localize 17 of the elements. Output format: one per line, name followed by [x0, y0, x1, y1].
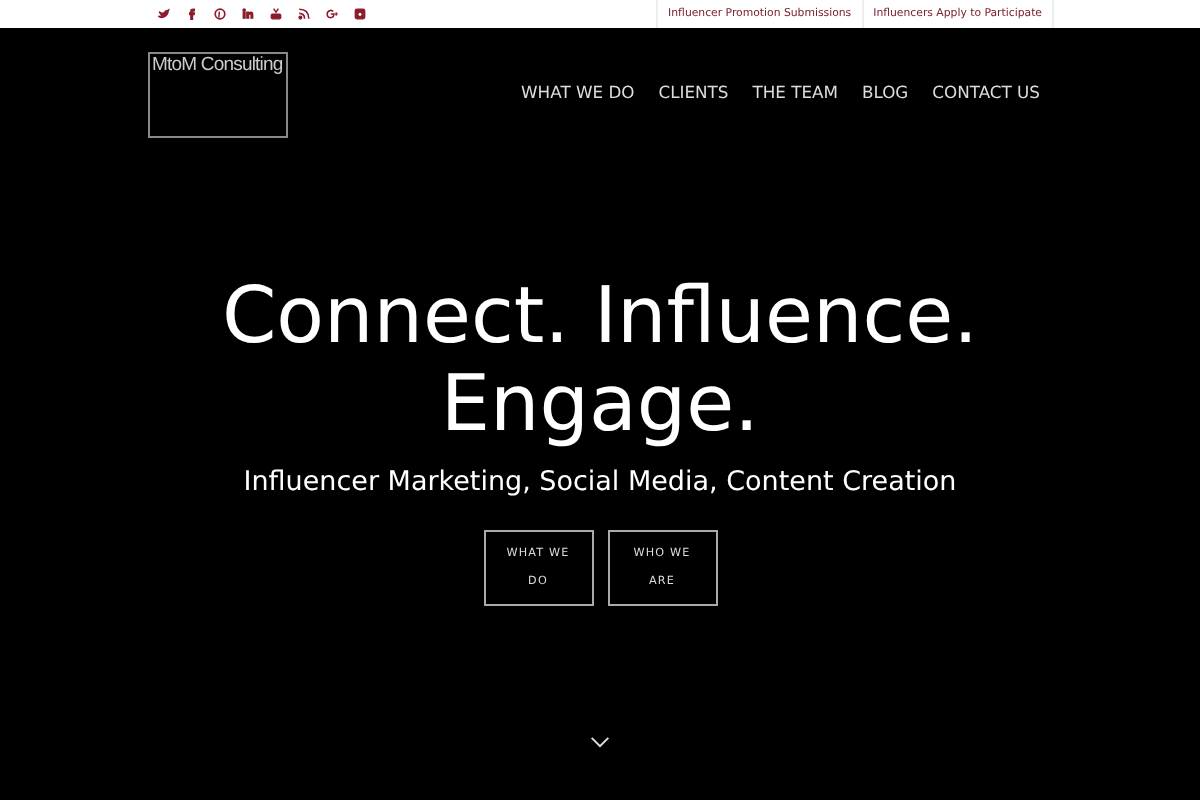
nav-link[interactable]: THE TEAM	[752, 82, 838, 102]
nav-link[interactable]: CLIENTS	[658, 82, 729, 102]
instagram-icon[interactable]	[354, 8, 366, 20]
hero-subtitle: Influencer Marketing, Social Media, Content Creation	[243, 466, 957, 498]
nav-link[interactable]: BLOG	[861, 82, 909, 102]
hero-headline: Connect. Influence. Engage.	[221, 274, 979, 450]
logo[interactable]: MtoM Consulting	[148, 52, 288, 138]
youtube-icon[interactable]	[270, 8, 282, 20]
pinterest-icon[interactable]	[214, 8, 226, 20]
linkedin-icon[interactable]	[242, 8, 254, 20]
twitter-icon[interactable]	[158, 8, 170, 20]
chevron-down-icon[interactable]	[590, 736, 610, 748]
rss-icon[interactable]	[298, 8, 310, 20]
nav-link[interactable]: WHAT WE DO	[521, 82, 635, 102]
nav-link[interactable]: CONTACT US	[932, 82, 1040, 102]
facebook-icon[interactable]	[186, 8, 198, 20]
google-plus-icon[interactable]	[326, 8, 338, 20]
